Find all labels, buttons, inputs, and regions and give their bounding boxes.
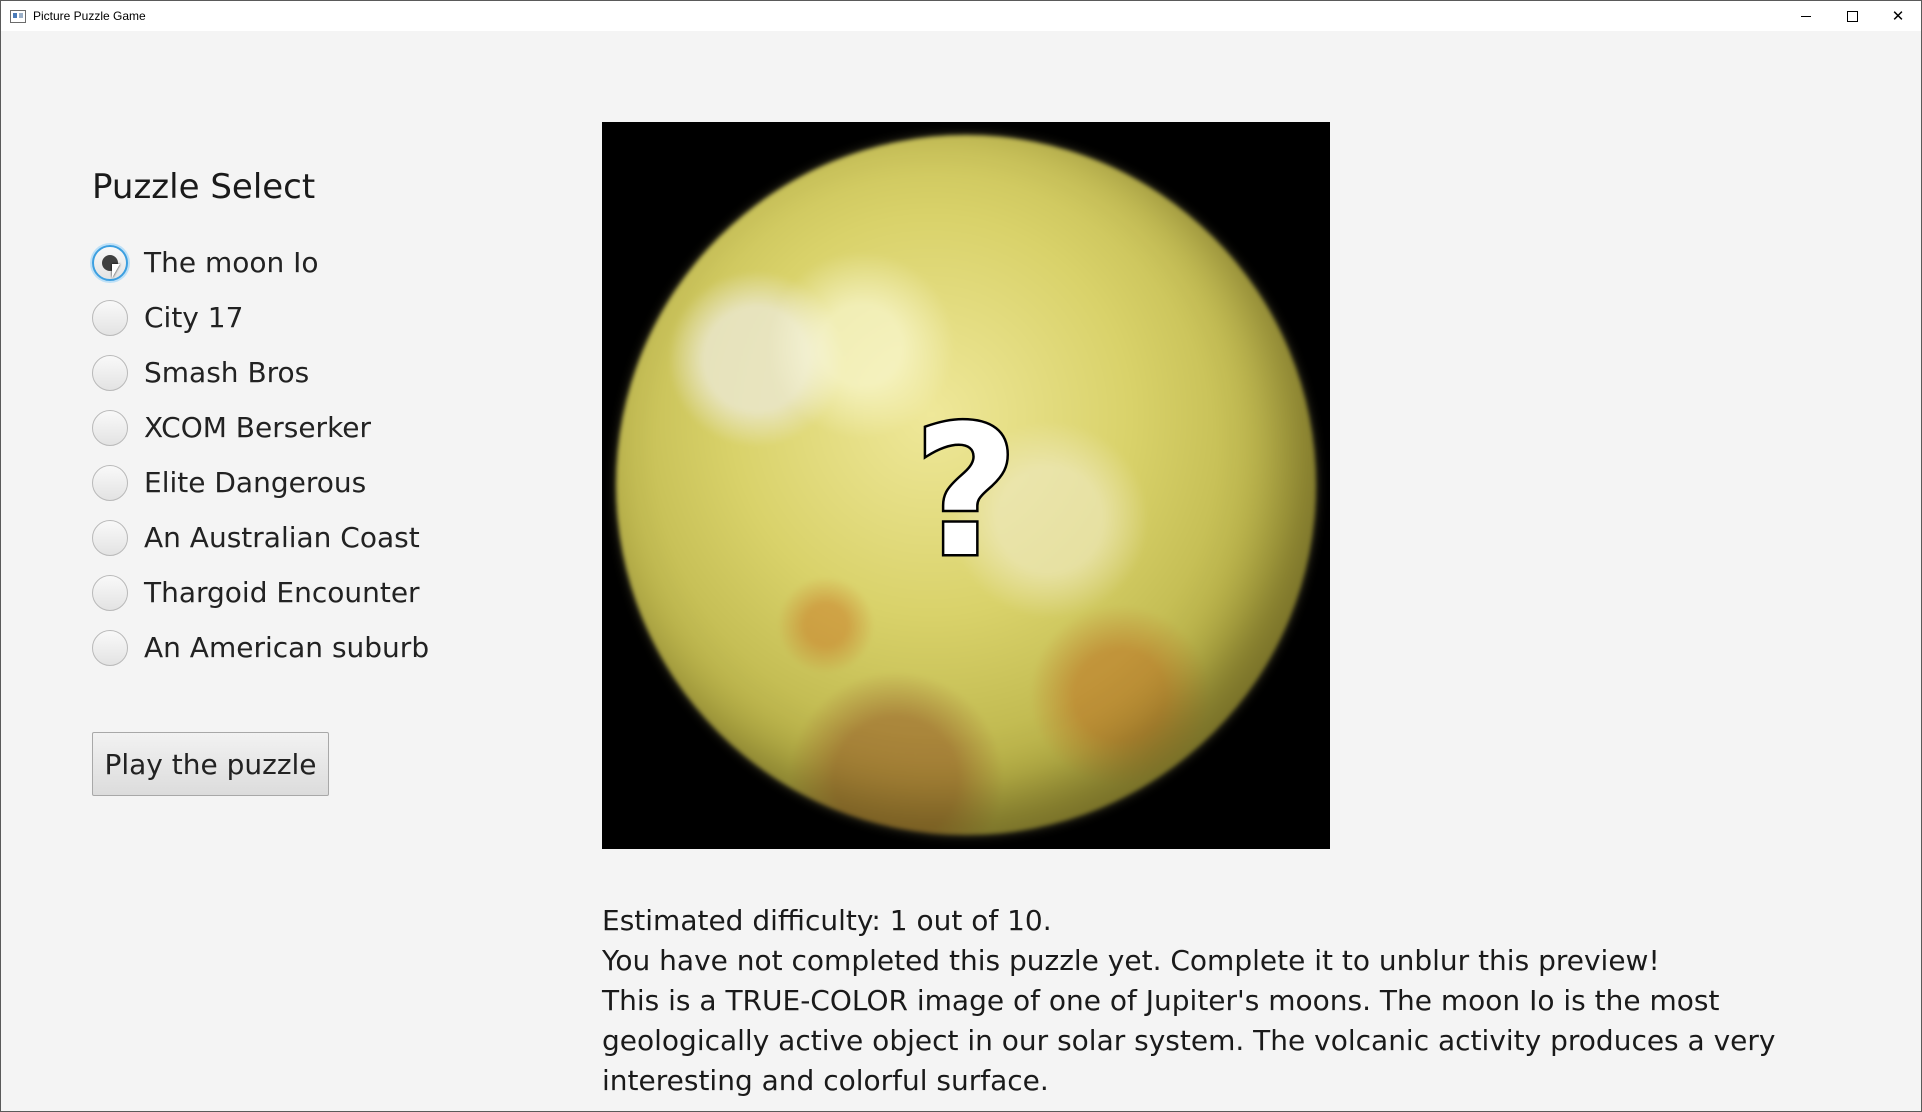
radio-button[interactable] xyxy=(92,464,128,501)
radio-label: XCOM Berserker xyxy=(144,411,372,444)
radio-option-an-australian-coast[interactable]: An Australian Coast xyxy=(92,510,429,565)
window-controls: ✕ xyxy=(1783,1,1921,31)
app-icon xyxy=(10,9,26,23)
minimize-button[interactable] xyxy=(1783,1,1829,31)
close-button[interactable]: ✕ xyxy=(1875,1,1921,31)
puzzle-radio-group: The moon Io City 17 Smash Bros XCOM Bers… xyxy=(92,235,429,675)
puzzle-select-heading: Puzzle Select xyxy=(92,167,316,207)
radio-button[interactable] xyxy=(92,244,128,281)
puzzle-description-text: This is a TRUE-COLOR image of one of Jup… xyxy=(602,984,1776,1097)
title-bar[interactable]: Picture Puzzle Game ✕ xyxy=(1,1,1921,31)
radio-option-thargoid-encounter[interactable]: Thargoid Encounter xyxy=(92,565,429,620)
radio-button[interactable] xyxy=(92,354,128,391)
radio-option-city-17[interactable]: City 17 xyxy=(92,290,429,345)
radio-option-the-moon-io[interactable]: The moon Io xyxy=(92,235,429,290)
difficulty-text: Estimated difficulty: 1 out of 10. xyxy=(602,904,1052,937)
radio-label: An American suburb xyxy=(144,631,430,664)
radio-option-elite-dangerous[interactable]: Elite Dangerous xyxy=(92,455,429,510)
question-mark-icon: ? xyxy=(602,122,1330,849)
radio-button[interactable] xyxy=(92,519,128,556)
radio-option-xcom-berserker[interactable]: XCOM Berserker xyxy=(92,400,429,455)
window-title: Picture Puzzle Game xyxy=(33,9,146,23)
maximize-icon xyxy=(1846,10,1858,22)
question-mark-symbol: ? xyxy=(914,406,1018,566)
play-puzzle-button[interactable]: Play the puzzle xyxy=(92,732,329,796)
radio-button[interactable] xyxy=(92,574,128,611)
maximize-button[interactable] xyxy=(1829,1,1875,31)
radio-button[interactable] xyxy=(92,629,128,666)
radio-button[interactable] xyxy=(92,409,128,446)
minimize-icon xyxy=(1801,15,1811,17)
radio-button[interactable] xyxy=(92,299,128,336)
puzzle-preview-image: ? xyxy=(602,122,1330,849)
radio-label: Elite Dangerous xyxy=(144,466,367,499)
radio-label: City 17 xyxy=(144,301,244,334)
radio-label: Thargoid Encounter xyxy=(144,576,420,609)
radio-option-an-american-suburb[interactable]: An American suburb xyxy=(92,620,429,675)
radio-option-smash-bros[interactable]: Smash Bros xyxy=(92,345,429,400)
app-window: Picture Puzzle Game ✕ Puzzle Select The … xyxy=(0,0,1922,1112)
completion-status-text: You have not completed this puzzle yet. … xyxy=(602,944,1660,977)
mouse-cursor-icon xyxy=(112,263,124,278)
radio-label: The moon Io xyxy=(144,246,319,279)
radio-label: Smash Bros xyxy=(144,356,310,389)
puzzle-info: Estimated difficulty: 1 out of 10. You h… xyxy=(602,901,1802,1101)
radio-label: An Australian Coast xyxy=(144,521,420,554)
close-icon: ✕ xyxy=(1891,6,1905,25)
